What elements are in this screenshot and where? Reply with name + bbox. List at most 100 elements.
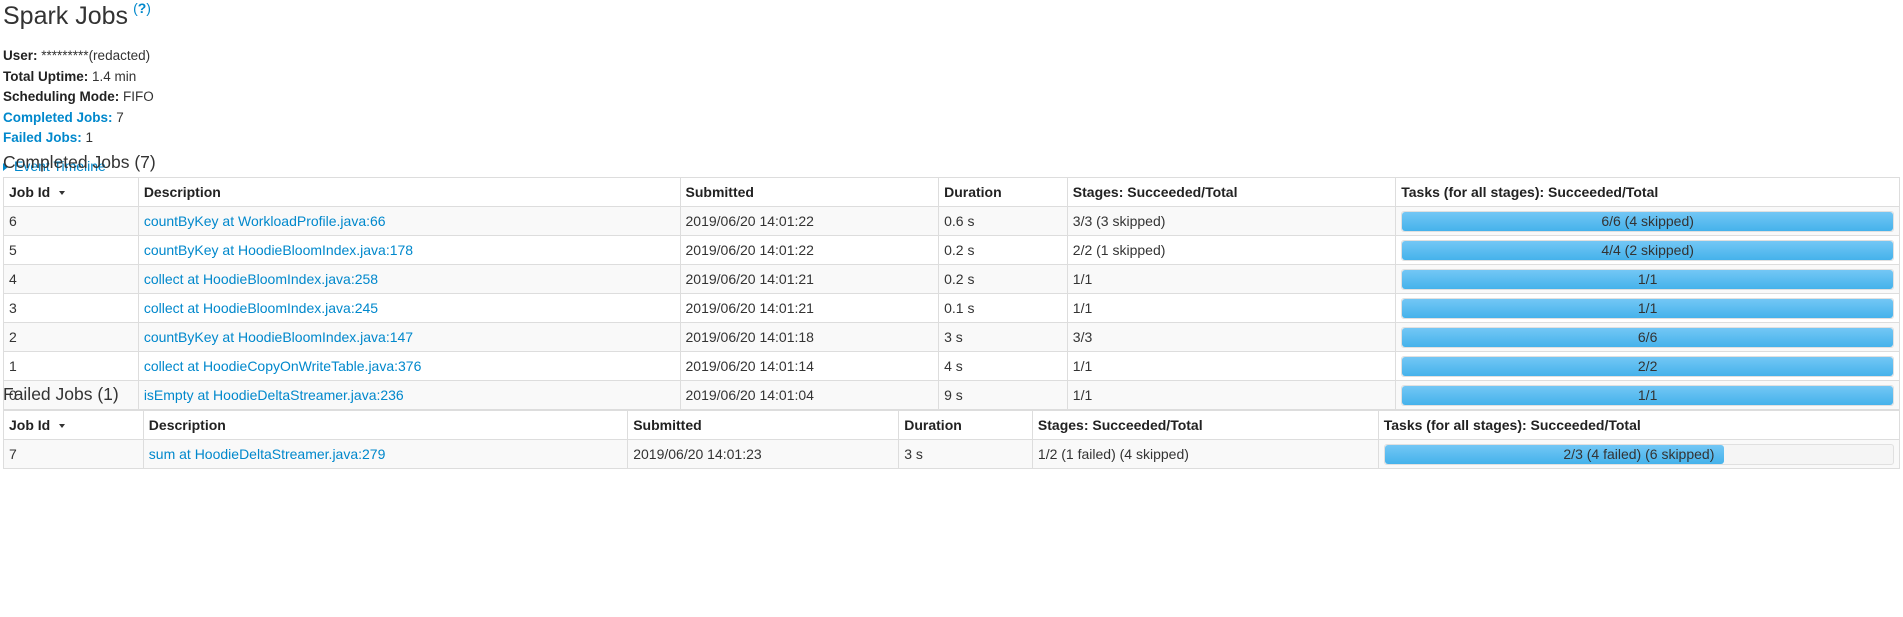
stages-cell: 1/1 (1066, 351, 1397, 381)
tasks-cell: 2/2 (1395, 351, 1900, 381)
tasks-progress-bar: 1/1 (1401, 384, 1894, 406)
column-header-stages[interactable]: Stages: Succeeded/Total (1066, 177, 1397, 207)
tasks-cell: 4/4 (2 skipped) (1395, 235, 1900, 265)
help-link[interactable]: ? (138, 0, 147, 16)
table-header-row: Job Id Description Submitted Duration St… (3, 177, 1900, 207)
summary-user: User: *********(redacted) (3, 48, 151, 63)
spark-jobs-page: Spark Jobs (?) User: *********(redacted) … (0, 0, 1903, 617)
progress-label: 2/2 (1637, 357, 1658, 374)
column-header-duration[interactable]: Duration (938, 177, 1068, 207)
duration-cell: 0.2 s (938, 235, 1068, 265)
column-header-submitted[interactable]: Submitted (679, 177, 940, 207)
job-id-cell: 4 (3, 264, 139, 294)
job-id-cell: 7 (3, 439, 144, 469)
progress-label: 1/1 (1637, 299, 1658, 316)
tasks-progress-bar: 2/3 (4 failed) (6 skipped) (1383, 443, 1894, 465)
submitted-cell: 2019/06/20 14:01:22 (679, 235, 940, 265)
completed-jobs-table: Job Id Description Submitted Duration St… (3, 177, 1900, 410)
column-header-job-id[interactable]: Job Id (3, 177, 139, 207)
tasks-cell: 6/6 (1395, 322, 1900, 352)
duration-cell: 9 s (938, 380, 1068, 410)
column-header-duration[interactable]: Duration (898, 410, 1033, 440)
job-description-link[interactable]: collect at HoodieCopyOnWriteTable.java:3… (144, 358, 422, 374)
table-row: 7 sum at HoodieDeltaStreamer.java:279 2019… (3, 439, 1901, 469)
job-summary: User: *********(redacted) Total Uptime: … (3, 46, 154, 149)
submitted-cell: 2019/06/20 14:01:21 (679, 264, 940, 294)
stages-cell: 1/1 (1066, 380, 1397, 410)
job-id-cell: 6 (3, 206, 139, 236)
summary-uptime: Total Uptime: 1.4 min (3, 68, 137, 84)
description-cell: collect at HoodieCopyOnWriteTable.java:3… (137, 351, 681, 381)
job-description-link[interactable]: countByKey at WorkloadProfile.java:66 (144, 213, 386, 229)
description-cell: countByKey at WorkloadProfile.java:66 (137, 206, 681, 236)
table-row: 5 countByKey at HoodieBloomIndex.java:178… (3, 235, 1900, 265)
failed-jobs-table: Job Id Description Submitted Duration St… (3, 410, 1901, 469)
table-row: 2 countByKey at HoodieBloomIndex.java:147… (3, 322, 1900, 352)
duration-cell: 0.1 s (938, 293, 1068, 323)
sort-desc-icon (59, 191, 66, 195)
table-row: 6 countByKey at WorkloadProfile.java:66 20… (3, 206, 1900, 236)
summary-completed-jobs: Completed Jobs: 7 (3, 109, 124, 125)
duration-cell: 4 s (938, 351, 1068, 381)
failed-jobs-title[interactable]: Failed Jobs (1) (3, 384, 119, 405)
tasks-progress-bar: 6/6 (4 skipped) (1401, 210, 1894, 232)
summary-failed-jobs: Failed Jobs: 1 (3, 130, 94, 145)
job-description-link[interactable]: collect at HoodieBloomIndex.java:258 (144, 271, 378, 287)
job-description-link[interactable]: isEmpty at HoodieDeltaStreamer.java:236 (144, 387, 404, 403)
progress-label: 2/3 (4 failed) (6 skipped) (1563, 445, 1715, 462)
column-header-description[interactable]: Description (137, 177, 681, 207)
job-id-cell: 5 (3, 235, 139, 265)
column-header-stages[interactable]: Stages: Succeeded/Total (1031, 410, 1379, 440)
description-cell: collect at HoodieBloomIndex.java:245 (137, 293, 681, 323)
job-id-cell: 3 (3, 293, 139, 323)
completed-jobs-title[interactable]: Completed Jobs (7) (3, 152, 156, 173)
table-header-row: Job Id Description Submitted Duration St… (3, 410, 1901, 440)
description-cell: sum at HoodieDeltaStreamer.java:279 (142, 439, 629, 469)
progress-label: 1/1 (1637, 386, 1658, 403)
page-title: Spark Jobs (3, 2, 129, 30)
tasks-cell: 1/1 (1395, 293, 1900, 323)
submitted-cell: 2019/06/20 14:01:04 (679, 380, 940, 410)
submitted-cell: 2019/06/20 14:01:22 (679, 206, 940, 236)
tasks-cell: 1/1 (1395, 380, 1900, 410)
progress-label: 6/6 (4 skipped) (1601, 212, 1694, 229)
sort-desc-icon (59, 424, 66, 428)
table-row: 1 collect at HoodieCopyOnWriteTable.java:… (3, 351, 1900, 381)
duration-cell: 3 s (938, 322, 1068, 352)
stages-cell: 3/3 (1066, 322, 1397, 352)
table-row: 0 isEmpty at HoodieDeltaStreamer.java:236… (3, 380, 1900, 410)
column-header-job-id[interactable]: Job Id (3, 410, 144, 440)
description-cell: collect at HoodieBloomIndex.java:258 (137, 264, 681, 294)
tasks-progress-bar: 1/1 (1401, 268, 1894, 290)
tasks-cell: 6/6 (4 skipped) (1395, 206, 1900, 236)
column-header-tasks[interactable]: Tasks (for all stages): Succeeded/Total (1395, 177, 1900, 207)
job-description-link[interactable]: countByKey at HoodieBloomIndex.java:147 (144, 329, 413, 345)
progress-label: 4/4 (2 skipped) (1601, 241, 1694, 258)
job-description-link[interactable]: sum at HoodieDeltaStreamer.java:279 (149, 446, 386, 462)
failed-jobs-link[interactable]: Failed Jobs: (3, 130, 82, 145)
submitted-cell: 2019/06/20 14:01:18 (679, 322, 940, 352)
tasks-progress-bar: 4/4 (2 skipped) (1401, 239, 1894, 261)
progress-label: 6/6 (1637, 328, 1658, 345)
stages-cell: 3/3 (3 skipped) (1066, 206, 1397, 236)
page-header: Spark Jobs (?) (3, 0, 151, 30)
completed-jobs-link[interactable]: Completed Jobs: (3, 110, 113, 125)
job-id-cell: 2 (3, 322, 139, 352)
tasks-cell: 2/3 (4 failed) (6 skipped) (1377, 439, 1901, 469)
tasks-progress-bar: 1/1 (1401, 297, 1894, 319)
column-header-tasks[interactable]: Tasks (for all stages): Succeeded/Total (1377, 410, 1901, 440)
summary-scheduling-mode: Scheduling Mode: FIFO (3, 89, 154, 104)
description-cell: isEmpty at HoodieDeltaStreamer.java:236 (137, 380, 681, 410)
job-description-link[interactable]: countByKey at HoodieBloomIndex.java:178 (144, 242, 413, 258)
stages-cell: 1/2 (1 failed) (4 skipped) (1031, 439, 1379, 469)
submitted-cell: 2019/06/20 14:01:21 (679, 293, 940, 323)
description-cell: countByKey at HoodieBloomIndex.java:147 (137, 322, 681, 352)
help-icon[interactable]: (?) (133, 0, 151, 16)
column-header-submitted[interactable]: Submitted (627, 410, 900, 440)
stages-cell: 1/1 (1066, 293, 1397, 323)
duration-cell: 0.2 s (938, 264, 1068, 294)
stages-cell: 2/2 (1 skipped) (1066, 235, 1397, 265)
table-row: 4 collect at HoodieBloomIndex.java:258 201… (3, 264, 1900, 294)
job-description-link[interactable]: collect at HoodieBloomIndex.java:245 (144, 300, 378, 316)
column-header-description[interactable]: Description (142, 410, 629, 440)
